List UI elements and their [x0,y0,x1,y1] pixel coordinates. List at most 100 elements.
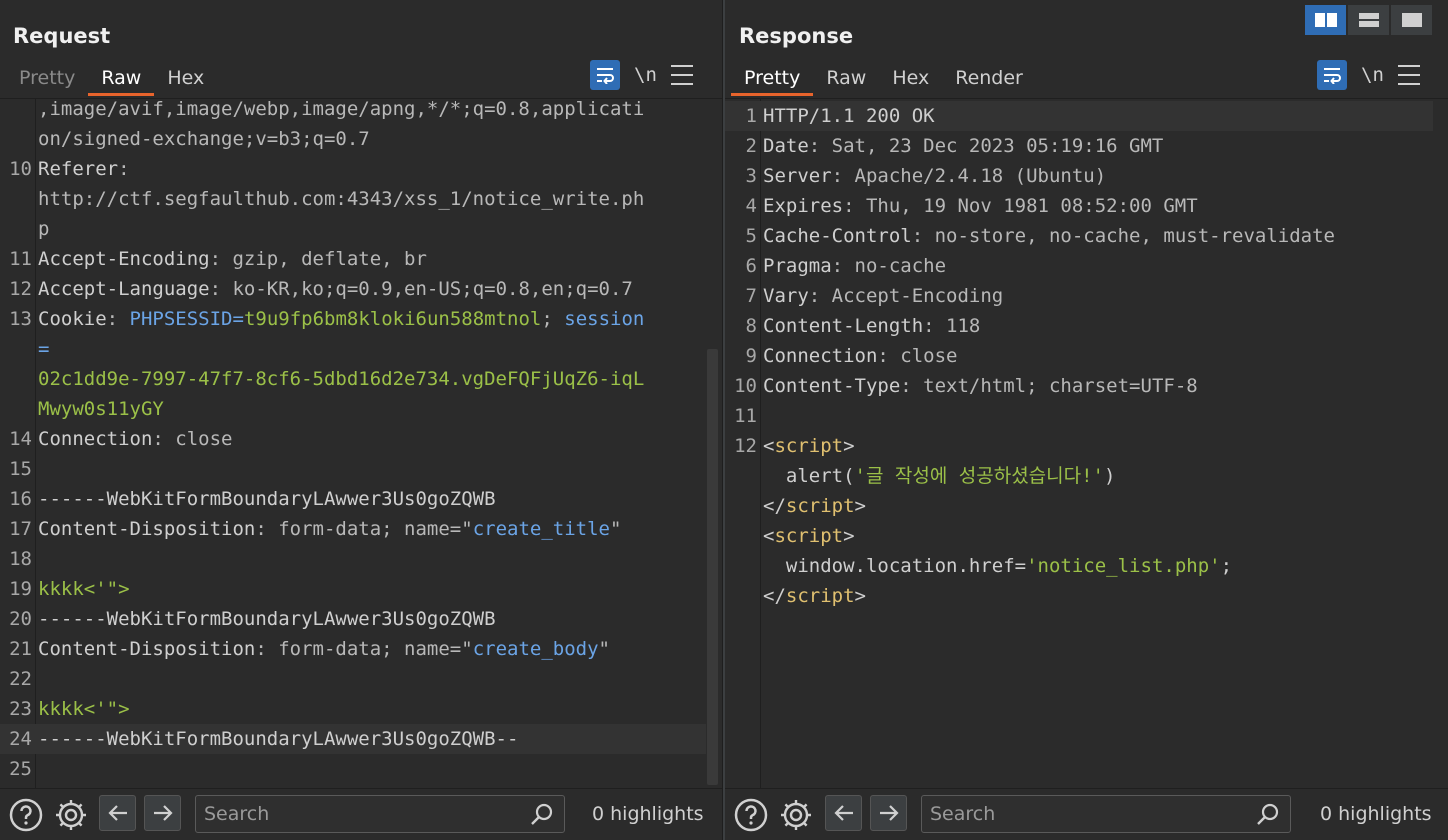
response-search-box[interactable] [921,795,1291,833]
code-token: : ko-KR,ko;q=0.9,en-US;q=0.8,en;q=0.7 [209,278,633,300]
code-line: 13 Cookie: PHPSESSID=t9u9fp6bm8kloki6un58… [0,304,706,334]
help-icon[interactable] [8,797,44,833]
response-tab-raw[interactable]: Raw [813,64,879,96]
back-button[interactable] [99,795,136,831]
code-line: 24 ------WebKitFormBoundaryLAwwer3Us0goZQ… [0,724,706,754]
layout-single-icon[interactable] [1390,4,1433,36]
request-scrollbar[interactable] [707,349,718,785]
back-button[interactable] [825,795,862,831]
code-text: ------WebKitFormBoundaryLAwwer3Us0goZQWB… [38,724,518,754]
code-line: 10 Referer: [0,154,706,184]
request-tab-hex[interactable]: Hex [154,64,217,96]
gear-icon[interactable] [778,797,814,833]
code-line: 6 Pragma: no-cache [725,251,1433,281]
search-icon[interactable] [1256,802,1280,830]
code-token: > [843,525,855,547]
code-token: : no-cache [831,255,947,277]
line-number: 14 [9,428,32,450]
request-editor[interactable]: ,image/avif,image/webp,image/apng,*/*;q=… [0,98,722,788]
code-token: ) [1104,465,1116,487]
response-panel: Response Pretty Raw Hex Render \n 1 HTTP/… [725,0,1448,840]
forward-button[interactable] [870,795,907,831]
line-number: 17 [9,518,32,540]
code-token: p [38,218,50,240]
help-icon[interactable] [733,797,769,833]
request-bottom-bar: 0 highlights [0,788,722,840]
code-token: window.location.href= [763,555,1027,577]
code-text: kkkk<'"> [38,574,130,604]
search-icon[interactable] [530,802,554,830]
code-line: 15 [0,454,706,484]
response-tab-hex[interactable]: Hex [879,64,942,96]
response-tabs: Pretty Raw Hex Render [731,64,1036,96]
code-text: Cookie: PHPSESSID=t9u9fp6bm8kloki6un588m… [38,304,644,334]
gear-icon[interactable] [53,797,89,833]
code-token: > [843,435,855,457]
line-number: 1 [745,105,757,127]
newline-toggle-button[interactable]: \n [634,64,657,86]
request-highlight-count: 0 highlights [592,803,704,825]
request-tab-pretty[interactable]: Pretty [6,64,88,96]
code-token: : form-data; name=" [255,518,473,540]
code-text: Accept-Encoding: gzip, deflate, br [38,244,427,274]
code-token: </ [763,585,786,607]
line-number: 21 [9,638,32,660]
code-text: Expires: Thu, 19 Nov 1981 08:52:00 GMT [763,191,1198,221]
code-text: Connection: close [763,341,957,371]
request-tabs: Pretty Raw Hex [6,64,217,96]
code-line: 4 Expires: Thu, 19 Nov 1981 08:52:00 GMT [725,191,1433,221]
layout-side-by-side-icon[interactable] [1304,4,1347,36]
forward-button[interactable] [144,795,181,831]
code-line: 02c1dd9e-7997-47f7-8cf6-5dbd16d2e734.vgD… [0,364,706,394]
code-token: Accept-Language [38,278,210,300]
code-text: Accept-Language: ko-KR,ko;q=0.9,en-US;q=… [38,274,633,304]
code-token: Connection [38,428,153,450]
line-number: 16 [9,488,32,510]
response-search-input[interactable] [930,796,1250,832]
code-token: create_body [472,638,599,660]
request-search-box[interactable] [195,795,565,833]
code-text: Content-Disposition: form-data; name="cr… [38,634,610,664]
code-line: 21 Content-Disposition: form-data; name="… [0,634,706,664]
code-token: : close [877,345,958,367]
code-line: p [0,214,706,244]
request-tab-raw[interactable]: Raw [88,64,155,96]
code-token: script [774,525,844,547]
line-number: 12 [734,435,757,457]
code-line: 14 Connection: close [0,424,706,454]
code-text: alert('글 작성에 성공하셨습니다!') [763,461,1116,491]
layout-top-bottom-icon[interactable] [1347,4,1390,36]
response-bottom-bar: 0 highlights [725,788,1448,840]
code-text: p [38,214,49,244]
line-number: 23 [9,698,32,720]
code-token: = [38,338,50,360]
code-line: 19 kkkk<'"> [0,574,706,604]
code-line: 2 Date: Sat, 23 Dec 2023 05:19:16 GMT [725,131,1433,161]
code-line: 25 [0,754,706,784]
code-text: kkkk<'"> [38,694,130,724]
menu-icon[interactable] [1397,65,1420,85]
code-token: : Thu, 19 Nov 1981 08:52:00 GMT [843,195,1198,217]
back-arrow-icon [107,805,127,821]
word-wrap-icon[interactable] [590,60,620,90]
code-token: ; [1220,555,1233,577]
word-wrap-icon[interactable] [1317,60,1347,90]
response-tab-pretty[interactable]: Pretty [731,64,814,96]
newline-toggle-button[interactable]: \n [1361,64,1384,86]
request-search-input[interactable] [204,796,524,832]
menu-icon[interactable] [670,65,693,85]
response-editor[interactable]: 1 HTTP/1.1 200 OK 2 Date: Sat, 23 Dec 2023 … [725,98,1448,788]
line-number: 3 [745,165,757,187]
code-token: : Accept-Encoding [808,285,1004,307]
code-token: session [564,308,645,330]
code-text: </script> [763,581,866,611]
line-number: 11 [734,405,757,427]
code-token: Vary [763,285,809,307]
code-token: ,image/avif,image/webp,image/apng,*/*;q=… [38,98,645,120]
code-token: Content-Type [763,375,901,397]
code-text: Vary: Accept-Encoding [763,281,1003,311]
forward-arrow-icon [879,805,899,821]
line-number: 24 [9,728,32,750]
response-tab-render[interactable]: Render [942,64,1036,96]
code-token: alert( [763,465,855,487]
